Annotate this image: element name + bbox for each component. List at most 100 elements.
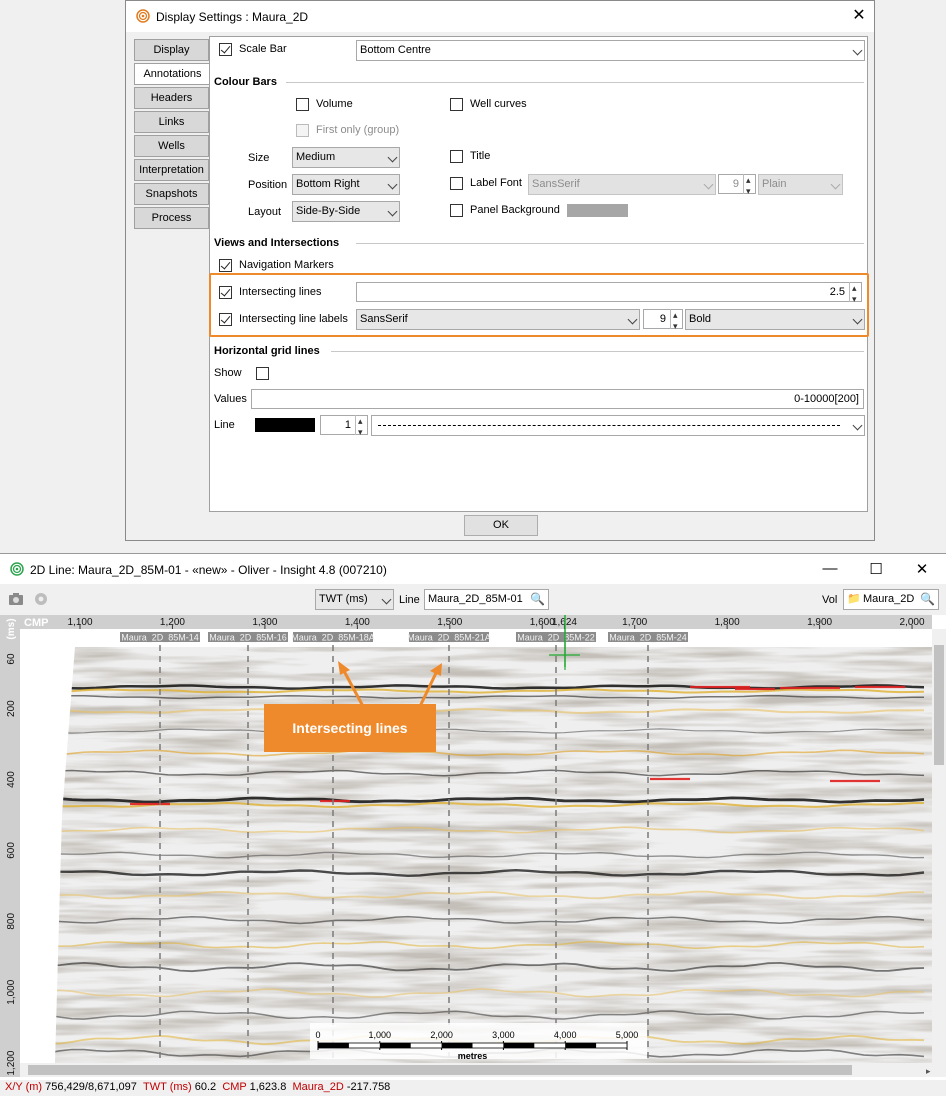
intersection-label[interactable]: Maura_2D_85M-16 (209, 633, 287, 643)
seismic-section-plot[interactable]: CMP1,1001,2001,3001,4001,5001,6001,6241,… (0, 615, 946, 1087)
folder-icon: 📁 (847, 593, 861, 605)
first-only-checkbox[interactable] (296, 124, 309, 137)
size-select[interactable]: Medium (292, 147, 400, 168)
vol-search-field[interactable]: 📁 Maura_2D 🔍 (843, 589, 939, 610)
cmp-tick-label: 1,900 (807, 617, 832, 628)
spinner-icon[interactable] (743, 171, 755, 200)
cmp-tick-label: 1,700 (622, 617, 647, 628)
grid-show-checkbox[interactable] (256, 367, 269, 380)
line-search-value: Maura_2D_85M-01 (428, 593, 523, 605)
status-vol-value: -217.758 (346, 1081, 391, 1093)
intersection-label[interactable]: Maura_2D_85M-21A (407, 633, 491, 643)
line-label: Line (399, 594, 420, 606)
panel-background-swatch[interactable] (567, 204, 628, 217)
layout-label: Layout (248, 206, 282, 218)
scale-bar-segment (441, 1043, 473, 1048)
scale-bar-tick-label: 4,000 (554, 1030, 577, 1040)
panel-background-checkbox[interactable] (450, 204, 463, 217)
close-icon[interactable]: ✕ (850, 7, 868, 25)
tab-wells[interactable]: Wells (134, 135, 209, 157)
callout-text: Intersecting lines (292, 720, 407, 736)
first-only-label: First only (group) (316, 124, 400, 136)
well-curves-checkbox[interactable] (450, 98, 463, 111)
app-icon (136, 9, 150, 23)
ok-button[interactable]: OK (464, 515, 538, 536)
vertical-scroll-thumb (934, 645, 944, 765)
search-icon[interactable]: 🔍 (530, 590, 545, 609)
intersection-label[interactable]: Maura_2D_85M-18A (291, 633, 375, 643)
search-icon[interactable]: 🔍 (920, 590, 935, 609)
intersection-label[interactable]: Maura_2D_85M-24 (609, 633, 687, 643)
status-cmp-key: CMP (222, 1081, 247, 1093)
scale-bar-position-select[interactable]: Bottom Centre (356, 40, 865, 61)
label-font-checkbox[interactable] (450, 177, 463, 190)
size-label: Size (248, 152, 270, 164)
scale-bar-tick-label: 1,000 (369, 1030, 392, 1040)
grid-line-color-swatch[interactable] (255, 418, 315, 432)
grid-values-field[interactable]: 0-10000[200] (251, 389, 864, 409)
gear-icon[interactable] (33, 591, 49, 607)
tab-links[interactable]: Links (134, 111, 209, 133)
title-checkbox[interactable] (450, 150, 463, 163)
chevron-down-icon (387, 179, 398, 190)
title-label: Title (470, 150, 491, 162)
scale-bar-position-value: Bottom Centre (360, 44, 431, 56)
chevron-down-icon (852, 45, 863, 56)
tab-annotations[interactable]: Annotations (134, 63, 210, 85)
grid-values-value: 0-10000[200] (794, 393, 859, 405)
minimize-icon[interactable]: — (822, 560, 838, 577)
scroll-right-icon: ▸ (926, 1067, 931, 1077)
tab-snapshots[interactable]: Snapshots (134, 183, 209, 205)
time-tick-label: 1,200 (6, 1050, 17, 1075)
label-font-family-value: SansSerif (532, 178, 580, 190)
camera-icon[interactable] (8, 592, 24, 606)
layout-value: Side-By-Side (296, 205, 361, 217)
navigation-markers-checkbox[interactable] (219, 259, 232, 272)
viewer-title: 2D Line: Maura_2D_85M-01 - «new» - Olive… (30, 563, 387, 577)
spinner-icon[interactable] (355, 412, 367, 441)
chevron-down-icon (387, 152, 398, 163)
time-axis-label: (ms) (6, 618, 17, 639)
time-tick-label: 200 (6, 700, 17, 717)
cmp-tick-label: 1,800 (715, 617, 740, 628)
status-vol-key: Maura_2D (292, 1081, 344, 1093)
label-font-size-field[interactable]: 9 (718, 171, 756, 200)
scale-bar-checkbox[interactable] (219, 43, 232, 56)
grid-line-width-field[interactable]: 1 (320, 412, 368, 441)
dialog-titlebar[interactable]: Display Settings : Maura_2D ✕ (126, 1, 874, 32)
scale-bar-segment (379, 1043, 411, 1048)
chevron-down-icon (381, 594, 392, 605)
chevron-down-icon (703, 179, 714, 190)
line-search-field[interactable]: Maura_2D_85M-01 🔍 (424, 589, 549, 610)
tab-headers[interactable]: Headers (134, 87, 209, 109)
intersection-label[interactable]: Maura_2D_85M-14 (121, 633, 199, 643)
label-font-style-select[interactable]: Plain (758, 174, 843, 195)
time-tick-label: 400 (6, 771, 17, 788)
label-font-size-value: 9 (732, 178, 739, 190)
status-xy-key: X/Y (m) (5, 1081, 43, 1093)
vol-label: Vol (822, 594, 838, 606)
tab-process[interactable]: Process (134, 207, 209, 229)
volume-checkbox[interactable] (296, 98, 309, 111)
layout-select[interactable]: Side-By-Side (292, 201, 400, 222)
position-select[interactable]: Bottom Right (292, 174, 400, 195)
intersecting-lines-highlight (209, 273, 869, 337)
status-xy-value: 756,429/8,671,097 (45, 1081, 137, 1093)
label-font-label: Label Font (470, 177, 522, 189)
status-twt-value: 60.2 (194, 1081, 217, 1093)
viewer-titlebar[interactable]: 2D Line: Maura_2D_85M-01 - «new» - Olive… (0, 554, 946, 584)
tab-interpretation[interactable]: Interpretation (134, 159, 209, 181)
chevron-down-icon (830, 179, 841, 190)
maximize-icon[interactable]: ☐ (868, 560, 884, 578)
close-icon[interactable]: ✕ (914, 560, 930, 578)
scale-bar-label: Scale Bar (239, 43, 287, 55)
well-curves-label: Well curves (470, 98, 527, 110)
label-font-family-select[interactable]: SansSerif (528, 174, 716, 195)
intersection-label[interactable]: Maura_2D_85M-22 (517, 633, 595, 643)
domain-select[interactable]: TWT (ms) (315, 589, 394, 610)
tab-display[interactable]: Display (134, 39, 209, 61)
scale-bar-segment (503, 1043, 535, 1048)
grid-line-style-select[interactable] (371, 415, 865, 436)
line-viewer-window: 2D Line: Maura_2D_85M-01 - «new» - Olive… (0, 553, 946, 1096)
dialog-title: Display Settings : Maura_2D (156, 10, 309, 24)
